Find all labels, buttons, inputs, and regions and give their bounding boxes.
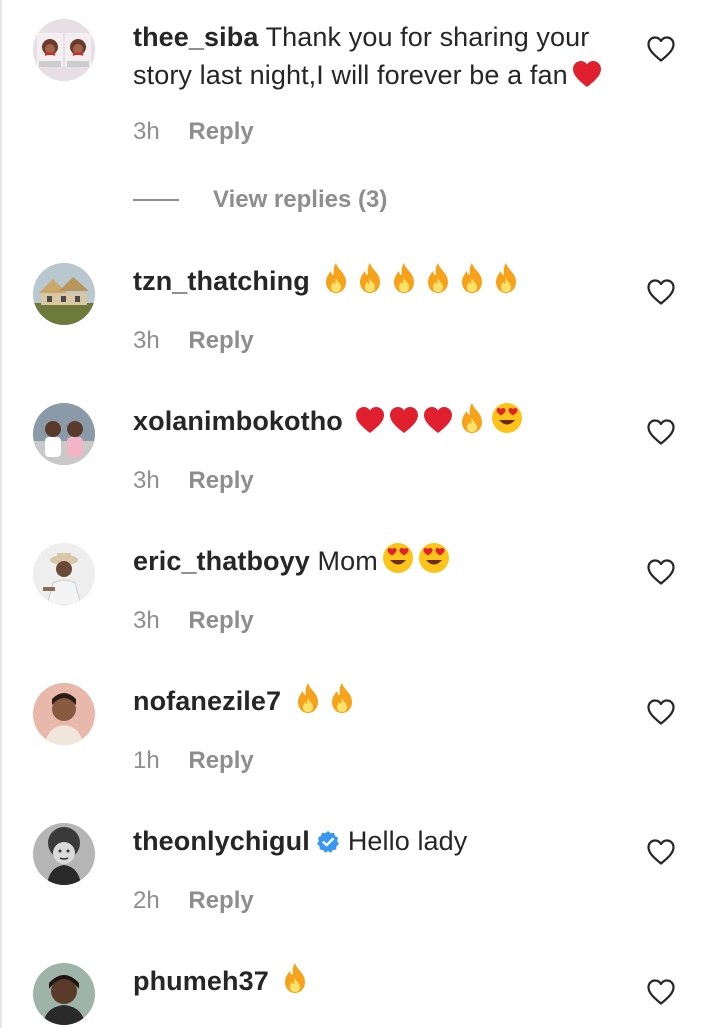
heart-outline-icon: [647, 839, 675, 865]
heart-outline-icon: [647, 419, 675, 445]
view-replies-line: [133, 199, 179, 201]
view-replies-label: View replies (3): [213, 186, 388, 213]
comment-text: Thank you for sharing your: [265, 22, 590, 52]
avatar[interactable]: [33, 543, 95, 605]
red-heart-emoji: [389, 406, 419, 434]
red-heart-emoji: [572, 60, 602, 88]
heart-eyes-emoji: [491, 402, 523, 434]
fire-emoji: [327, 682, 357, 714]
heart-outline-icon: [647, 559, 675, 585]
fire-emoji: [280, 962, 310, 994]
like-button[interactable]: [646, 978, 676, 1006]
comment-body: theonlychigul Hello lady: [133, 822, 623, 864]
comment-timestamp: 3h: [133, 118, 160, 145]
verified-badge-icon: [316, 826, 340, 864]
view-replies-button[interactable]: View replies (3): [133, 184, 387, 216]
avatar[interactable]: [33, 19, 95, 81]
reply-button[interactable]: Reply: [188, 885, 253, 917]
comment-text: Mom: [317, 546, 378, 576]
comment-body: eric_thatboyy Mom: [133, 542, 623, 580]
like-button[interactable]: [646, 698, 676, 726]
like-button[interactable]: [646, 558, 676, 586]
heart-outline-icon: [647, 279, 675, 305]
heart-outline-icon: [647, 36, 675, 62]
fire-emoji: [423, 262, 453, 294]
heart-eyes-emoji: [418, 542, 450, 574]
comment-username[interactable]: thee_siba: [133, 22, 258, 52]
comment-username[interactable]: tzn_thatching: [133, 266, 310, 296]
fire-emoji: [355, 262, 385, 294]
like-button[interactable]: [646, 35, 676, 63]
like-button[interactable]: [646, 278, 676, 306]
like-button[interactable]: [646, 838, 676, 866]
comment-timestamp: 2h: [133, 887, 160, 914]
comment-meta: 3h Reply: [133, 325, 254, 357]
comment-text: story last night,I will forever be a fan: [133, 60, 568, 90]
avatar[interactable]: [33, 823, 95, 885]
comment-meta: 3h Reply: [133, 605, 254, 637]
reply-button[interactable]: Reply: [188, 325, 253, 357]
comment-text: Hello lady: [347, 826, 468, 856]
avatar[interactable]: [33, 683, 95, 745]
comment-username[interactable]: phumeh37: [133, 966, 269, 996]
comment-meta: 1h Reply: [133, 745, 254, 777]
comment-timestamp: 3h: [133, 467, 160, 494]
comment-body: tzn_thatching: [133, 262, 623, 300]
avatar[interactable]: [33, 963, 95, 1025]
comment-username[interactable]: eric_thatboyy: [133, 546, 310, 576]
comment-meta: 3h Reply: [133, 465, 254, 497]
like-button[interactable]: [646, 418, 676, 446]
red-heart-emoji: [355, 406, 385, 434]
avatar[interactable]: [33, 263, 95, 325]
comment-meta: 2h Reply: [133, 885, 254, 917]
comment-timestamp: 1h: [133, 747, 160, 774]
fire-emoji: [321, 262, 351, 294]
reply-button[interactable]: Reply: [188, 745, 253, 777]
comment-body: thee_siba Thank you for sharing your sto…: [133, 18, 623, 94]
reply-button[interactable]: Reply: [188, 116, 253, 148]
avatar[interactable]: [33, 403, 95, 465]
comment-meta: 3h Reply: [133, 116, 254, 148]
heart-outline-icon: [647, 699, 675, 725]
fire-emoji: [389, 262, 419, 294]
comment-body: phumeh37: [133, 962, 623, 1000]
comment-body: xolanimbokotho: [133, 402, 623, 440]
comment-body: nofanezile7: [133, 682, 623, 720]
comment-timestamp: 3h: [133, 327, 160, 354]
heart-eyes-emoji: [382, 542, 414, 574]
comment-username[interactable]: theonlychigul: [133, 826, 310, 856]
fire-emoji: [457, 402, 487, 434]
red-heart-emoji: [423, 406, 453, 434]
comment-username[interactable]: nofanezile7: [133, 686, 281, 716]
left-edge-divider: [0, 0, 2, 1028]
fire-emoji: [293, 682, 323, 714]
comment-timestamp: 3h: [133, 607, 160, 634]
fire-emoji: [491, 262, 521, 294]
reply-button[interactable]: Reply: [188, 465, 253, 497]
heart-outline-icon: [647, 979, 675, 1005]
reply-button[interactable]: Reply: [188, 605, 253, 637]
fire-emoji: [457, 262, 487, 294]
comment-username[interactable]: xolanimbokotho: [133, 406, 343, 436]
